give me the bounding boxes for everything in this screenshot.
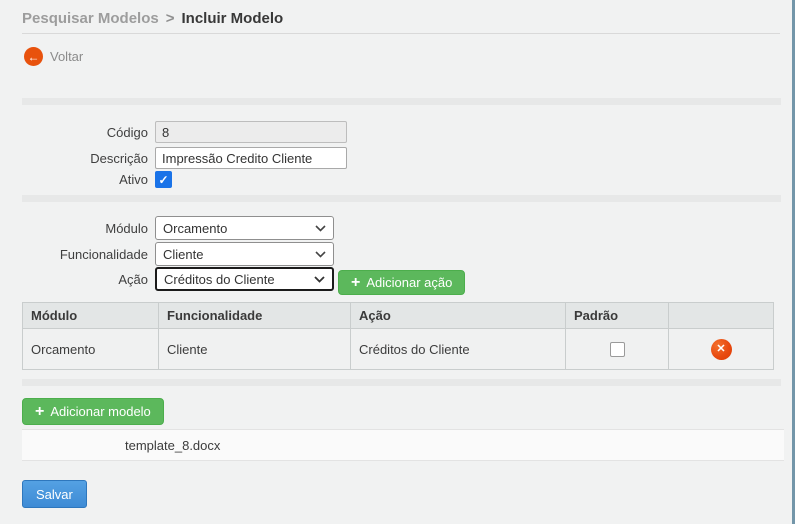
actions-table: Módulo Funcionalidade Ação Padrão Orcame… [22, 302, 774, 370]
acao-label: Ação [22, 272, 148, 287]
col-header-acao: Ação [351, 303, 566, 329]
acao-select-value: Créditos do Cliente [164, 272, 275, 287]
add-action-button-label: Adicionar ação [366, 275, 452, 290]
breadcrumb: Pesquisar Modelos > Incluir Modelo [22, 10, 780, 34]
model-file-name: template_8.docx [22, 438, 220, 453]
cell-funcionalidade: Cliente [159, 329, 351, 370]
check-icon: ✓ [158, 174, 168, 186]
modulo-row: Módulo Orcamento [22, 216, 334, 240]
funcionalidade-select-value: Cliente [163, 247, 203, 262]
col-header-funcionalidade: Funcionalidade [159, 303, 351, 329]
section-divider [22, 379, 781, 386]
table-row: Orcamento Cliente Créditos do Cliente ✓ … [23, 329, 774, 370]
section-divider [22, 195, 781, 202]
breadcrumb-parent-link[interactable]: Pesquisar Modelos [22, 10, 159, 27]
panel-right-border [792, 0, 795, 524]
breadcrumb-separator: > [166, 10, 175, 27]
ativo-row: Ativo ✓ [22, 171, 172, 188]
padrao-checkbox[interactable]: ✓ [610, 342, 625, 357]
col-header-actions [669, 303, 774, 329]
table-header-row: Módulo Funcionalidade Ação Padrão [23, 303, 774, 329]
ativo-checkbox[interactable]: ✓ [155, 171, 172, 188]
col-header-modulo: Módulo [23, 303, 159, 329]
right-margin [795, 0, 800, 524]
add-action-button[interactable]: + Adicionar ação [338, 270, 465, 295]
modulo-select[interactable]: Orcamento [155, 216, 334, 240]
plus-icon: + [35, 404, 44, 420]
descricao-label: Descrição [22, 151, 148, 166]
delete-row-button[interactable]: ✕ [711, 339, 732, 360]
model-file-list-item[interactable]: template_8.docx [22, 429, 784, 461]
chevron-down-icon [315, 225, 326, 232]
acao-select[interactable]: Créditos do Cliente [155, 267, 334, 291]
ativo-label: Ativo [22, 172, 148, 187]
codigo-input[interactable] [155, 121, 347, 143]
chevron-down-icon [315, 251, 326, 258]
cell-modulo: Orcamento [23, 329, 159, 370]
add-model-button-label: Adicionar modelo [50, 404, 150, 419]
back-button[interactable]: ← Voltar [24, 47, 83, 66]
descricao-row: Descrição [22, 147, 347, 169]
plus-icon: + [351, 275, 360, 291]
incluir-modelo-page: Pesquisar Modelos > Incluir Modelo ← Volta… [0, 0, 800, 524]
back-button-label: Voltar [50, 49, 83, 64]
x-circle-icon: ✕ [716, 344, 725, 355]
funcionalidade-row: Funcionalidade Cliente [22, 242, 334, 266]
acao-row: Ação Créditos do Cliente [22, 267, 334, 291]
descricao-input[interactable] [155, 147, 347, 169]
arrow-left-circle-icon: ← [24, 47, 43, 66]
codigo-row: Código [22, 121, 347, 143]
modulo-label: Módulo [22, 221, 148, 236]
col-header-padrao: Padrão [566, 303, 669, 329]
funcionalidade-label: Funcionalidade [22, 247, 148, 262]
chevron-down-icon [314, 276, 325, 283]
section-divider [22, 98, 781, 105]
modulo-select-value: Orcamento [163, 221, 227, 236]
codigo-label: Código [22, 125, 148, 140]
funcionalidade-select[interactable]: Cliente [155, 242, 334, 266]
add-model-button[interactable]: + Adicionar modelo [22, 398, 164, 425]
save-button[interactable]: Salvar [22, 480, 87, 508]
cell-acao: Créditos do Cliente [351, 329, 566, 370]
page-title: Incluir Modelo [181, 10, 283, 27]
